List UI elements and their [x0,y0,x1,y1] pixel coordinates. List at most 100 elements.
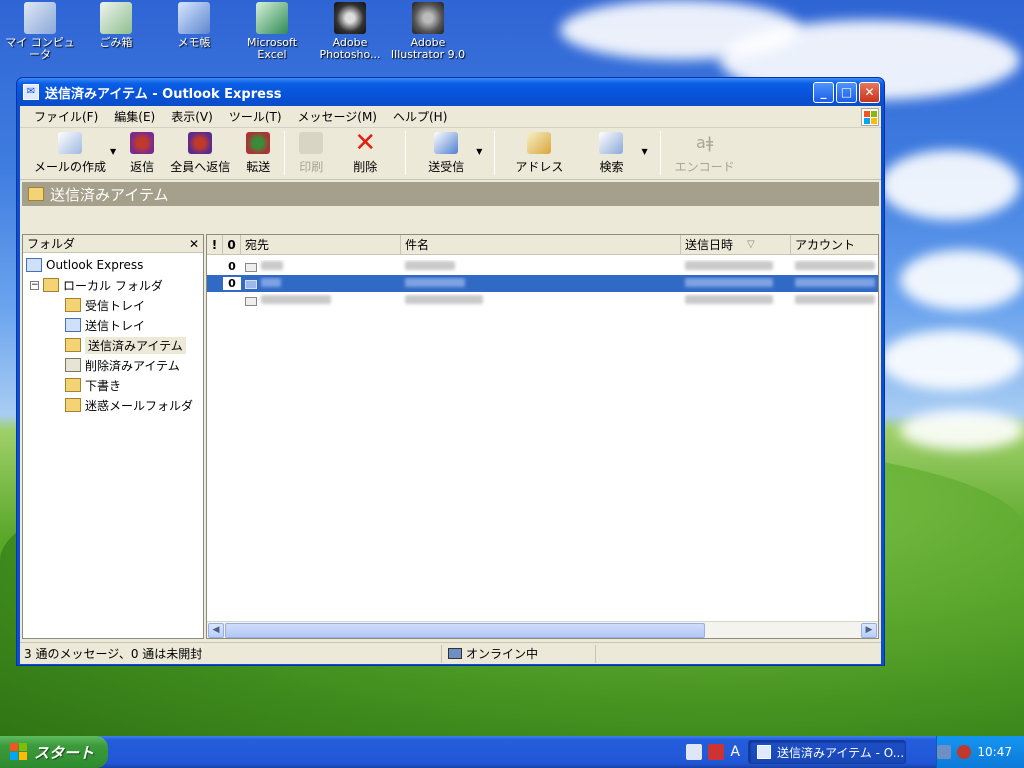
encode-button[interactable]: aǂ エンコード [667,129,743,175]
folder-drafts[interactable]: 下書き [23,375,203,395]
desktop-icon-recycle-bin[interactable]: ごみ箱 [76,2,156,49]
junk-mail-folder-icon [65,398,81,412]
minimize-button[interactable]: _ [813,81,834,103]
column-subject[interactable]: 件名 [401,235,681,254]
find-button[interactable]: 検索 [577,129,645,175]
ime-mode-indicator[interactable]: A [730,744,740,760]
drafts-icon [65,378,81,392]
message-row[interactable]: 0 [207,258,878,275]
status-bar: 3 通のメッセージ、0 通は未開封 オンライン中 [20,642,881,664]
message-row-selected[interactable]: 0 [207,275,878,292]
keyboard-icon[interactable] [686,744,703,760]
photoshop-icon [334,2,366,34]
reply-all-button[interactable]: 全員へ返信 [162,129,238,175]
outbox-icon [65,318,81,332]
illustrator-icon [412,2,444,34]
sent-folder-icon [28,187,44,201]
windows-flag-icon [10,743,28,761]
maximize-button[interactable]: □ [836,81,857,103]
redacted-account [795,278,875,287]
security-shield-icon[interactable] [957,745,972,759]
my-computer-icon [24,2,56,34]
new-mail-icon [58,132,82,154]
menu-view[interactable]: 表示(V) [163,108,221,125]
column-attachment[interactable]: 0 [223,235,241,254]
reply-button[interactable]: 返信 [122,129,162,175]
start-button[interactable]: スタート [0,736,108,768]
folder-bar-title: 送信済みアイテム [50,185,169,204]
scroll-left-button[interactable]: ◀ [208,622,224,638]
folder-outlook-express[interactable]: Outlook Express [23,255,203,275]
message-row[interactable] [207,292,878,309]
sent-items-icon [65,338,81,352]
forward-button[interactable]: 転送 [238,129,278,175]
redacted-subject [405,278,465,287]
outlook-app-icon: ✉ [23,84,39,100]
redacted-account [795,295,875,304]
outlook-task-icon [757,745,771,759]
scroll-thumb[interactable] [225,622,705,638]
send-receive-dropdown-arrow[interactable]: ▼ [476,147,482,156]
sent-mail-icon [245,279,257,289]
attachment-marker: 0 [228,260,236,273]
inbox-icon [65,298,81,312]
collapse-toggle[interactable]: − [30,280,39,290]
desktop-icon-notepad[interactable]: メモ帳 [154,2,234,49]
taskbar-outlook-button[interactable]: 送信済みアイテム - O... [748,740,906,764]
local-folders-icon [43,278,59,292]
clock[interactable]: 10:47 [977,745,1012,759]
desktop-icon-illustrator[interactable]: Adobe Illustrator 9.0 [388,2,468,61]
compose-dropdown-arrow[interactable]: ▼ [110,147,116,156]
scroll-right-button[interactable]: ▶ [861,622,877,638]
online-computer-icon [448,648,462,659]
find-icon [599,132,624,154]
compose-button[interactable]: メールの作成 [26,129,114,175]
column-to[interactable]: 宛先 [241,235,401,254]
menu-tools[interactable]: ツール(T) [221,108,290,125]
message-list-header: ! 0 宛先 件名 送信日時 ▽ アカウント [207,235,878,255]
printer-icon [299,132,324,154]
desktop-icon-excel[interactable]: Microsoft Excel [232,2,312,61]
network-icon[interactable] [937,745,952,759]
toolbar-separator [405,131,407,175]
forward-icon [246,132,271,154]
folder-deleted-items[interactable]: 削除済みアイテム [23,355,203,375]
folder-junk-mail[interactable]: 迷惑メールフォルダ [23,395,203,415]
desktop-icon-my-computer[interactable]: マイ コンピュータ [0,2,80,61]
taskbar: スタート A 送信済みアイテム - O... 10:47 [0,736,1024,768]
folder-local[interactable]: − ローカル フォルダ [23,275,203,295]
sent-mail-icon [245,296,257,306]
find-dropdown-arrow[interactable]: ▼ [641,147,647,156]
outlook-root-icon [26,258,42,272]
column-priority[interactable]: ! [207,235,223,254]
folder-tree: Outlook Express − ローカル フォルダ 受信トレイ 送信トレイ [23,253,203,415]
folder-pane-close-button[interactable]: ✕ [189,237,199,251]
folder-bar: 送信済みアイテム [22,182,879,206]
folder-outbox[interactable]: 送信トレイ [23,315,203,335]
menu-message[interactable]: メッセージ(M) [290,108,385,125]
title-bar[interactable]: ✉ 送信済みアイテム - Outlook Express _ □ ✕ [17,78,884,106]
redacted-subject [405,295,483,304]
delete-button[interactable]: ✕ 削除 [331,129,399,175]
folder-sent-items[interactable]: 送信済みアイテム [23,335,203,355]
column-account[interactable]: アカウント [791,235,878,254]
send-receive-button[interactable]: 送受信 [412,129,480,175]
desktop-icon-photoshop[interactable]: Adobe Photosho... [310,2,390,61]
column-sent-date[interactable]: 送信日時 ▽ [681,235,791,254]
menu-file[interactable]: ファイル(F) [26,108,106,125]
language-bar: A [686,744,740,760]
horizontal-scrollbar[interactable]: ◀ ▶ [207,621,878,638]
redacted-date [685,295,773,304]
close-button[interactable]: ✕ [859,81,880,103]
toolbar-separator [494,131,496,175]
folder-inbox[interactable]: 受信トレイ [23,295,203,315]
ime-pad-icon[interactable] [708,744,725,760]
delete-x-icon: ✕ [354,128,377,158]
menu-edit[interactable]: 編集(E) [106,108,163,125]
attachment-marker: 0 [223,277,241,290]
redacted-date [685,278,773,287]
redacted-recipient [260,261,283,270]
address-book-button[interactable]: アドレス [501,129,577,175]
menu-help[interactable]: ヘルプ(H) [385,108,455,125]
print-button[interactable]: 印刷 [291,129,331,175]
